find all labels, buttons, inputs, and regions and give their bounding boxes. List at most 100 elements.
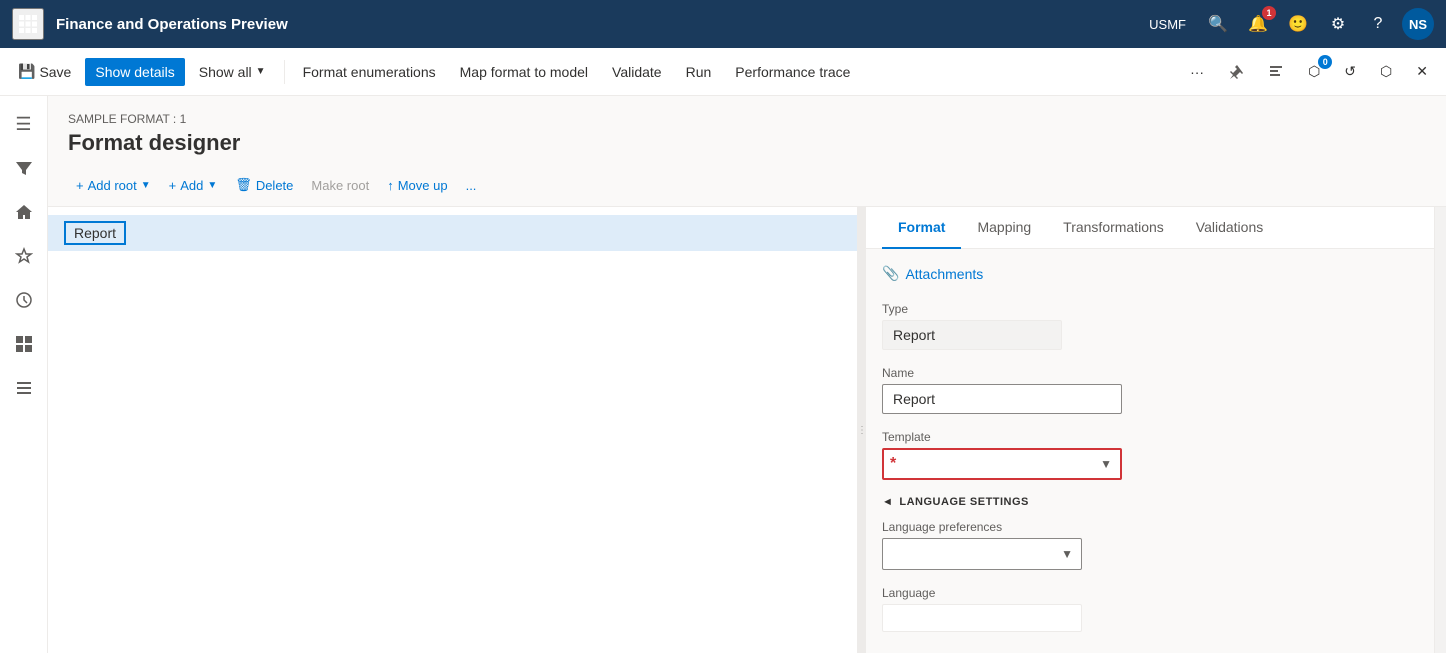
badge-count: 0	[1318, 55, 1332, 69]
language-preferences-dropdown[interactable]: ▼	[882, 538, 1082, 570]
language-label: Language	[882, 586, 1418, 600]
add-root-chevron: ▼	[141, 180, 151, 191]
add-label: Add	[180, 178, 203, 193]
add-root-label: Add root	[88, 178, 137, 193]
validate-button[interactable]: Validate	[602, 58, 672, 86]
breadcrumb: SAMPLE FORMAT : 1	[68, 112, 1426, 126]
tab-mapping[interactable]: Mapping	[961, 207, 1047, 249]
avatar[interactable]: NS	[1402, 8, 1434, 40]
note-icon[interactable]	[1258, 58, 1294, 86]
move-up-icon: ↑	[387, 178, 394, 193]
tab-format[interactable]: Format	[882, 207, 961, 249]
waffle-icon[interactable]	[12, 8, 44, 40]
notification-badge: 1	[1262, 6, 1276, 20]
format-enumerations-label: Format enumerations	[303, 64, 436, 80]
run-button[interactable]: Run	[676, 58, 722, 86]
template-field-group: Template * ▼	[882, 430, 1418, 480]
attachment-icon: 📎	[882, 265, 899, 282]
show-details-label: Show details	[95, 64, 174, 80]
attachments-link[interactable]: 📎 Attachments	[882, 265, 1418, 282]
collapse-arrow-icon: ◄	[882, 496, 893, 508]
resize-handle[interactable]: ⋮	[858, 207, 866, 653]
template-dropdown[interactable]: * ▼	[882, 448, 1122, 480]
language-settings-label: LANGUAGE SETTINGS	[899, 496, 1029, 508]
right-scrollbar[interactable]	[1434, 207, 1446, 653]
tabs-bar: Format Mapping Transformations Validatio…	[866, 207, 1434, 249]
cmd-more: ··· ⬡ 0 ↺ ⬡ ✕	[1180, 57, 1438, 86]
required-star: *	[884, 455, 902, 473]
format-toolbar: + Add root ▼ + Add ▼ 🗑 Delete Make root …	[48, 164, 1446, 207]
properties-panel: Format Mapping Transformations Validatio…	[866, 207, 1434, 653]
nav-hamburger[interactable]: ☰	[4, 104, 44, 144]
type-field-group: Type Report	[882, 302, 1418, 350]
left-nav: ☰	[0, 96, 48, 653]
map-format-to-model-button[interactable]: Map format to model	[450, 58, 598, 86]
add-root-button[interactable]: + Add root ▼	[68, 173, 159, 198]
badge-wrap: ⬡ 0	[1298, 57, 1330, 86]
make-root-label: Make root	[311, 178, 369, 193]
plus-icon-root: +	[76, 178, 84, 193]
map-format-to-model-label: Map format to model	[460, 64, 588, 80]
format-enumerations-button[interactable]: Format enumerations	[293, 58, 446, 86]
page-header: SAMPLE FORMAT : 1 Format designer	[48, 96, 1446, 164]
open-new-button[interactable]: ⬡	[1370, 57, 1402, 86]
save-label: Save	[39, 64, 71, 80]
save-button[interactable]: 💾 Save	[8, 57, 81, 86]
make-root-button[interactable]: Make root	[303, 173, 377, 198]
smile-icon[interactable]: 🙂	[1282, 8, 1314, 40]
nav-list[interactable]	[4, 368, 44, 408]
save-icon: 💾	[18, 63, 35, 80]
delete-button[interactable]: 🗑 Delete	[227, 172, 301, 198]
tab-validations[interactable]: Validations	[1180, 207, 1279, 249]
performance-trace-label: Performance trace	[735, 64, 850, 80]
usmf-label: USMF	[1149, 17, 1186, 32]
split-panel: Report ⋮ Format Mapping Transformations	[48, 207, 1446, 653]
plus-icon-add: +	[169, 178, 177, 193]
add-chevron: ▼	[207, 180, 217, 191]
language-preferences-label: Language preferences	[882, 520, 1418, 534]
show-details-button[interactable]: Show details	[85, 58, 184, 86]
show-all-label: Show all	[199, 64, 252, 80]
type-label: Type	[882, 302, 1418, 316]
nav-workspaces[interactable]	[4, 324, 44, 364]
performance-trace-button[interactable]: Performance trace	[725, 58, 860, 86]
run-label: Run	[686, 64, 712, 80]
nav-home[interactable]	[4, 192, 44, 232]
language-settings-header[interactable]: ◄ LANGUAGE SETTINGS	[882, 496, 1418, 508]
move-up-button[interactable]: ↑ Move up	[379, 173, 455, 198]
refresh-button[interactable]: ↺	[1334, 57, 1366, 86]
attachments-label: Attachments	[905, 266, 983, 282]
type-value: Report	[882, 320, 1062, 350]
tab-transformations-label: Transformations	[1063, 219, 1164, 235]
language-preferences-group: Language preferences ▼	[882, 520, 1418, 570]
gear-icon[interactable]: ⚙	[1322, 8, 1354, 40]
language-group: Language	[882, 586, 1418, 632]
notification-wrap: 🔔 1	[1242, 8, 1274, 40]
language-settings-section: ◄ LANGUAGE SETTINGS Language preferences…	[882, 496, 1418, 632]
template-label: Template	[882, 430, 1418, 444]
help-icon[interactable]: ?	[1362, 8, 1394, 40]
add-button[interactable]: + Add ▼	[161, 173, 226, 198]
template-chevron: ▼	[1092, 457, 1120, 471]
tree-item-report[interactable]: Report	[48, 215, 857, 251]
validate-label: Validate	[612, 64, 662, 80]
language-value-box	[882, 604, 1082, 632]
title-bar: Finance and Operations Preview USMF 🔍 🔔 …	[0, 0, 1446, 48]
nav-recent[interactable]	[4, 280, 44, 320]
nav-filter[interactable]	[4, 148, 44, 188]
search-icon[interactable]: 🔍	[1202, 8, 1234, 40]
tab-transformations[interactable]: Transformations	[1047, 207, 1180, 249]
tree-item-report-label: Report	[64, 221, 126, 245]
more-toolbar-button[interactable]: ...	[458, 173, 485, 198]
show-all-button[interactable]: Show all ▼	[189, 58, 276, 86]
more-button[interactable]: ···	[1180, 58, 1214, 86]
tab-format-label: Format	[898, 219, 945, 235]
pinned-icon[interactable]	[1218, 58, 1254, 86]
app-name: Finance and Operations Preview	[56, 16, 1149, 33]
name-field-group: Name	[882, 366, 1418, 414]
nav-favorites[interactable]	[4, 236, 44, 276]
close-button[interactable]: ✕	[1406, 57, 1438, 86]
name-input[interactable]	[882, 384, 1122, 414]
properties-content: 📎 Attachments Type Report Name	[866, 249, 1434, 653]
tab-validations-label: Validations	[1196, 219, 1263, 235]
